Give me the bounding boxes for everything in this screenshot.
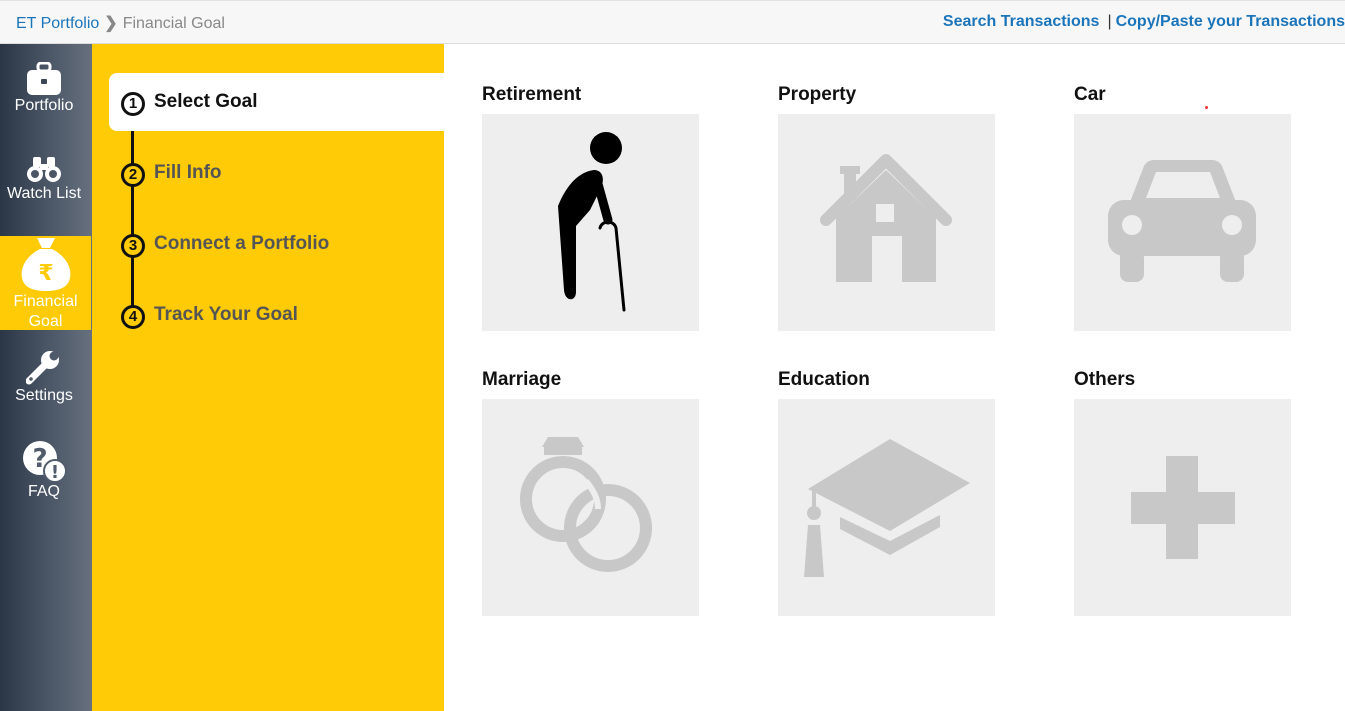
goal-tile[interactable] <box>778 399 995 616</box>
car-icon <box>1108 160 1256 282</box>
svg-text:₹: ₹ <box>38 261 53 286</box>
nav-label: FAQ <box>27 483 60 500</box>
nav-label: Watch List <box>6 185 82 202</box>
step-number-badge: 1 <box>121 92 145 116</box>
goal-title: Others <box>1074 369 1136 390</box>
step-number-badge: 4 <box>121 305 145 329</box>
goal-card-car[interactable]: Car <box>1074 84 1291 331</box>
goal-title: Car <box>1074 84 1106 105</box>
step-track-goal[interactable]: 4 Track Your Goal <box>92 286 444 344</box>
step-fill-info[interactable]: 2 Fill Info <box>92 144 444 202</box>
nav-label: Settings <box>15 387 73 404</box>
goal-card-property[interactable]: Property <box>778 84 995 331</box>
question-icon: ? ! <box>23 441 67 482</box>
stray-dot <box>1205 106 1208 109</box>
goal-tile[interactable] <box>482 114 699 331</box>
graduation-cap-icon <box>804 439 970 577</box>
goal-card-education[interactable]: Education <box>778 369 995 616</box>
goal-title: Education <box>778 369 870 390</box>
nav-label: Financial Goal <box>13 293 78 330</box>
goal-tile[interactable] <box>1074 114 1291 331</box>
step-number-badge: 2 <box>121 163 145 187</box>
step-label: Connect a Portfolio <box>154 233 330 254</box>
breadcrumb: ET Portfolio ❯ Financial Goal <box>16 13 225 33</box>
goal-title: Property <box>778 84 857 105</box>
goal-title: Marriage <box>482 369 562 390</box>
nav-item-settings[interactable]: Settings <box>0 350 88 406</box>
wrench-icon <box>26 351 59 385</box>
copy-paste-transactions-link[interactable]: Copy/Paste your Transactions <box>1116 13 1345 30</box>
house-icon <box>820 154 952 282</box>
rings-icon <box>520 437 652 572</box>
nav-label: Portfolio <box>14 97 74 114</box>
nav-item-financial-goal[interactable]: ₹ Financial Goal <box>0 236 91 330</box>
nav-item-faq[interactable]: ? ! FAQ <box>0 440 88 500</box>
link-separator: | <box>1107 13 1112 30</box>
goal-card-others[interactable]: Others <box>1074 369 1291 616</box>
elderly-person-icon <box>558 132 626 312</box>
step-connect-portfolio[interactable]: 3 Connect a Portfolio <box>92 215 444 273</box>
plus-icon <box>1131 456 1235 559</box>
step-select-goal[interactable]: 1 Select Goal <box>109 73 444 131</box>
goal-tile[interactable] <box>482 399 699 616</box>
breadcrumb-current: Financial Goal <box>122 15 225 32</box>
top-bar: ET Portfolio ❯ Financial Goal Search Trans… <box>0 0 1345 44</box>
goal-card-retirement[interactable]: Retirement <box>482 84 699 331</box>
search-transactions-link[interactable]: Search Transactions <box>943 13 1100 30</box>
top-links: Search Transactions | Copy/Paste your Tran… <box>943 13 1345 31</box>
side-nav: Portfolio Watch List ₹ Financial Goal Se… <box>0 44 92 711</box>
goal-tile[interactable] <box>778 114 995 331</box>
svg-text:!: ! <box>51 462 59 482</box>
money-bag-icon: ₹ <box>21 238 70 291</box>
step-label: Fill Info <box>154 162 222 183</box>
goal-steps-panel: 1 Select Goal 2 Fill Info 3 Connect a Po… <box>92 44 444 711</box>
goal-card-marriage[interactable]: Marriage <box>482 369 699 616</box>
goal-title: Retirement <box>482 84 582 105</box>
chevron-right-icon: ❯ <box>104 15 118 32</box>
nav-item-portfolio[interactable]: Portfolio <box>0 62 88 118</box>
nav-item-watch-list[interactable]: Watch List <box>0 156 88 212</box>
binoculars-icon <box>27 157 61 182</box>
step-label: Track Your Goal <box>154 304 298 325</box>
breadcrumb-home-link[interactable]: ET Portfolio <box>16 15 99 32</box>
goal-tile[interactable] <box>1074 399 1291 616</box>
briefcase-icon <box>27 62 61 95</box>
step-number-badge: 3 <box>121 234 145 258</box>
step-label: Select Goal <box>154 91 258 112</box>
steps-connector-line <box>131 99 134 317</box>
